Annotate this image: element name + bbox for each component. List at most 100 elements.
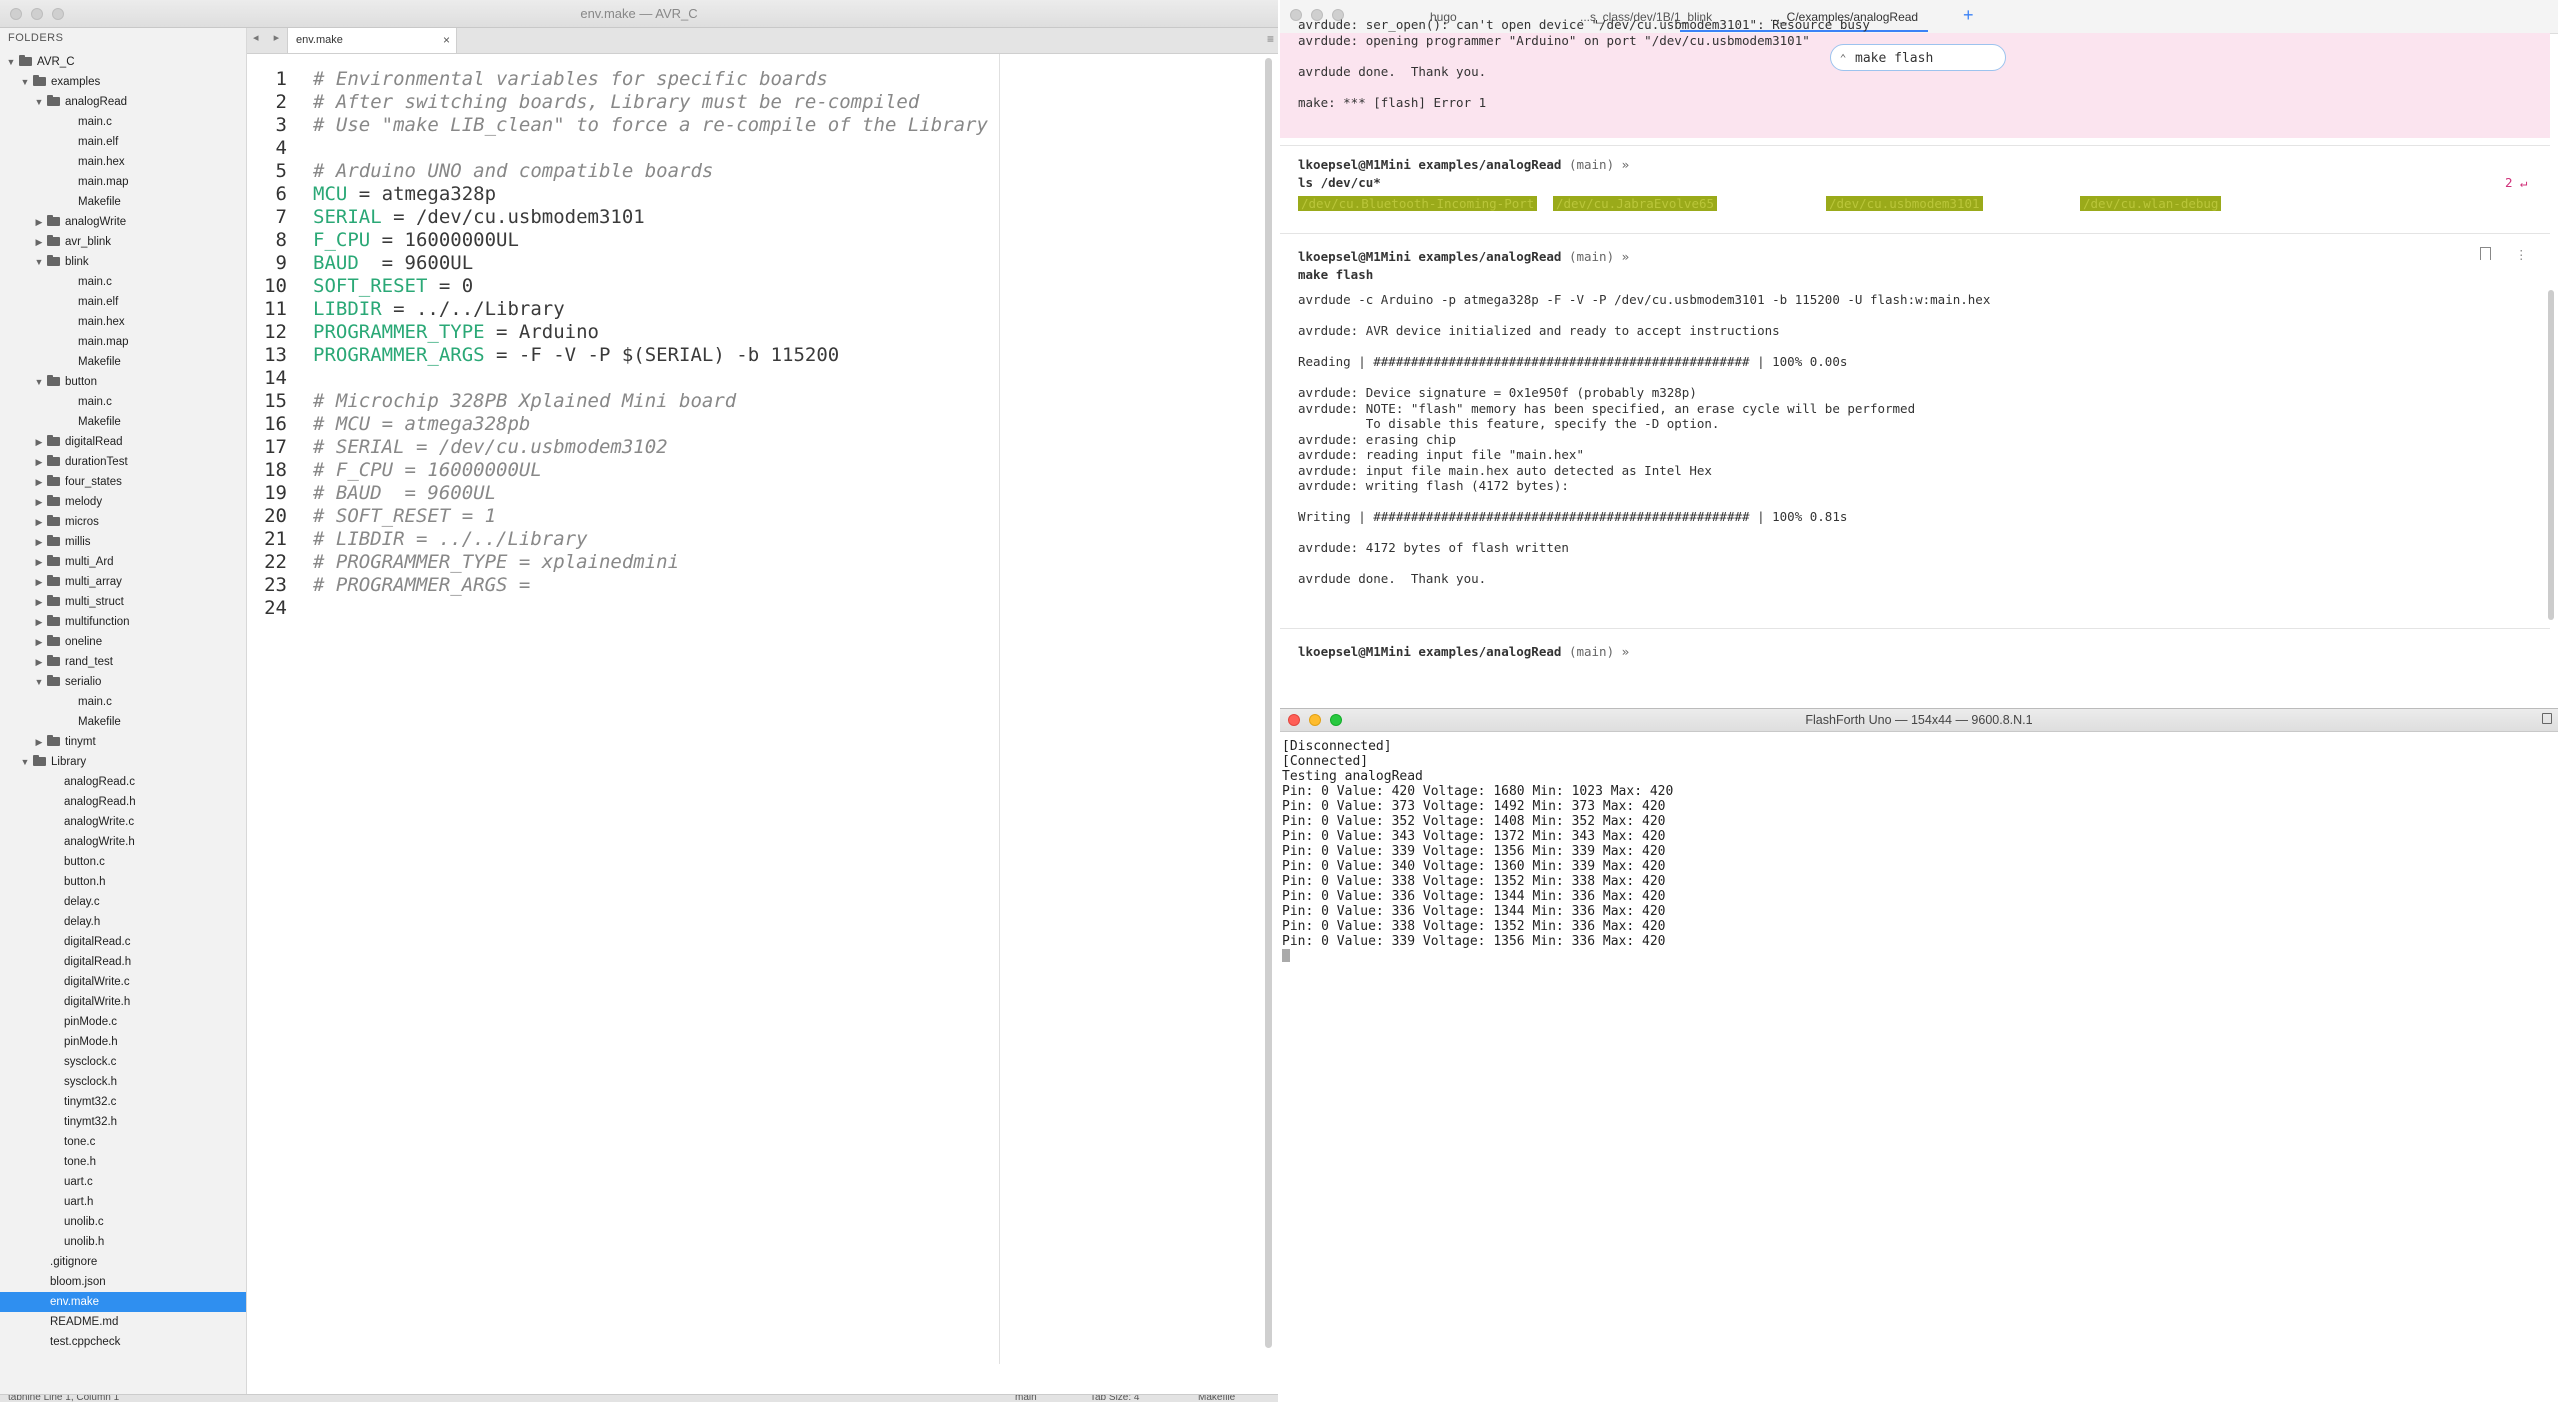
file-item[interactable]: unolib.h — [0, 1232, 246, 1252]
disclosure-closed-icon[interactable]: ▶ — [34, 532, 44, 552]
status-syntax[interactable]: Makefile — [1198, 1395, 1235, 1402]
disclosure-closed-icon[interactable]: ▶ — [34, 552, 44, 572]
file-item[interactable]: main.map — [0, 172, 246, 192]
disclosure-open-icon[interactable]: ▼ — [34, 92, 44, 112]
code-line[interactable]: 10 SOFT_RESET = 0 — [247, 275, 1247, 298]
file-item[interactable]: uart.h — [0, 1192, 246, 1212]
folder-item[interactable]: ▶ multifunction — [0, 612, 246, 632]
command-pill[interactable]: ⌃ make flash — [1830, 44, 2006, 71]
editor-scrollbar[interactable] — [1265, 58, 1272, 1348]
file-item[interactable]: pinMode.h — [0, 1032, 246, 1052]
code-line[interactable]: 6 MCU = atmega328p — [247, 183, 1247, 206]
folder-item[interactable]: ▶ millis — [0, 532, 246, 552]
file-item[interactable]: env.make — [0, 1292, 246, 1312]
status-tabsize[interactable]: Tab Size: 4 — [1090, 1395, 1139, 1402]
file-item[interactable]: main.c — [0, 392, 246, 412]
folder-item[interactable]: ▼ AVR_C — [0, 52, 246, 72]
code-line[interactable]: 23 # PROGRAMMER_ARGS = — [247, 574, 1247, 597]
code-line[interactable]: 4 — [247, 137, 1247, 160]
file-item[interactable]: digitalWrite.h — [0, 992, 246, 1012]
folder-item[interactable]: ▶ micros — [0, 512, 246, 532]
disclosure-open-icon[interactable]: ▼ — [34, 372, 44, 392]
disclosure-closed-icon[interactable]: ▶ — [34, 452, 44, 472]
file-item[interactable]: Makefile — [0, 352, 246, 372]
code-line[interactable]: 8 F_CPU = 16000000UL — [247, 229, 1247, 252]
disclosure-open-icon[interactable]: ▼ — [20, 752, 30, 772]
folder-item[interactable]: ▼ serialio — [0, 672, 246, 692]
file-item[interactable]: analogRead.c — [0, 772, 246, 792]
disclosure-open-icon[interactable]: ▼ — [34, 252, 44, 272]
folder-item[interactable]: ▼ analogRead — [0, 92, 246, 112]
code-line[interactable]: 2 # After switching boards, Library must … — [247, 91, 1247, 114]
new-tab-icon[interactable]: + — [1963, 5, 1974, 26]
file-item[interactable]: sysclock.h — [0, 1072, 246, 1092]
file-item[interactable]: unolib.c — [0, 1212, 246, 1232]
code-line[interactable]: 12 PROGRAMMER_TYPE = Arduino — [247, 321, 1247, 344]
file-item[interactable]: sysclock.c — [0, 1052, 246, 1072]
folder-item[interactable]: ▶ analogWrite — [0, 212, 246, 232]
folder-item[interactable]: ▶ melody — [0, 492, 246, 512]
code-area[interactable]: 1 # Environmental variables for specific … — [247, 54, 1257, 1364]
code-line[interactable]: 14 — [247, 367, 1247, 390]
device-entry[interactable]: /dev/cu.JabraEvolve65 — [1553, 196, 1718, 211]
folder-item[interactable]: ▶ tinymt — [0, 732, 246, 752]
file-item[interactable]: main.map — [0, 332, 246, 352]
code-line[interactable]: 18 # F_CPU = 16000000UL — [247, 459, 1247, 482]
more-options-icon[interactable]: ⋮ — [2515, 247, 2528, 262]
folder-item[interactable]: ▶ rand_test — [0, 652, 246, 672]
file-item[interactable]: tinymt32.c — [0, 1092, 246, 1112]
folder-item[interactable]: ▶ digitalRead — [0, 432, 246, 452]
file-item[interactable]: Makefile — [0, 712, 246, 732]
code-line[interactable]: 7 SERIAL = /dev/cu.usbmodem3101 — [247, 206, 1247, 229]
code-line[interactable]: 17 # SERIAL = /dev/cu.usbmodem3102 — [247, 436, 1247, 459]
disclosure-closed-icon[interactable]: ▶ — [34, 632, 44, 652]
file-item[interactable]: Makefile — [0, 412, 246, 432]
disclosure-closed-icon[interactable]: ▶ — [34, 512, 44, 532]
file-item[interactable]: test.cppcheck — [0, 1332, 246, 1352]
terminal-scrollbar[interactable] — [2548, 290, 2554, 620]
code-line[interactable]: 9 BAUD = 9600UL — [247, 252, 1247, 275]
code-line[interactable]: 3 # Use "make LIB_clean" to force a re-co… — [247, 114, 1247, 137]
file-item[interactable]: tone.c — [0, 1132, 246, 1152]
code-line[interactable]: 15 # Microchip 328PB Xplained Mini board — [247, 390, 1247, 413]
disclosure-closed-icon[interactable]: ▶ — [34, 732, 44, 752]
terminal-output[interactable]: avrdude: ser_open(): can't open device "… — [1280, 17, 2558, 708]
code-line[interactable]: 13 PROGRAMMER_ARGS = -F -V -P $(SERIAL) -… — [247, 344, 1247, 367]
file-item[interactable]: main.hex — [0, 312, 246, 332]
file-item[interactable]: digitalRead.h — [0, 952, 246, 972]
file-item[interactable]: main.c — [0, 692, 246, 712]
code-line[interactable]: 19 # BAUD = 9600UL — [247, 482, 1247, 505]
device-entry[interactable]: /dev/cu.Bluetooth-Incoming-Port — [1298, 196, 1538, 211]
folder-item[interactable]: ▼ button — [0, 372, 246, 392]
tab-env-make[interactable]: env.make × — [287, 28, 457, 53]
disclosure-open-icon[interactable]: ▼ — [6, 52, 16, 72]
file-item[interactable]: Makefile — [0, 192, 246, 212]
file-item[interactable]: analogWrite.h — [0, 832, 246, 852]
file-item[interactable]: digitalWrite.c — [0, 972, 246, 992]
code-line[interactable]: 20 # SOFT_RESET = 1 — [247, 505, 1247, 528]
serial-output[interactable]: [Disconnected] [Connected] Testing analogR… — [1282, 739, 1673, 964]
tab-nav-arrows[interactable]: ◂ ▸ — [253, 31, 285, 44]
code-line[interactable]: 24 — [247, 597, 1247, 620]
file-item[interactable]: button.c — [0, 852, 246, 872]
file-item[interactable]: main.c — [0, 112, 246, 132]
file-item[interactable]: main.hex — [0, 152, 246, 172]
code-line[interactable]: 11 LIBDIR = ../../Library — [247, 298, 1247, 321]
disclosure-open-icon[interactable]: ▼ — [34, 672, 44, 692]
code-line[interactable]: 21 # LIBDIR = ../../Library — [247, 528, 1247, 551]
folder-item[interactable]: ▶ multi_Ard — [0, 552, 246, 572]
device-entry[interactable]: /dev/cu.wlan-debug — [2080, 196, 2222, 211]
file-item[interactable]: delay.c — [0, 892, 246, 912]
disclosure-closed-icon[interactable]: ▶ — [34, 472, 44, 492]
disclosure-closed-icon[interactable]: ▶ — [34, 572, 44, 592]
file-item[interactable]: tinymt32.h — [0, 1112, 246, 1132]
file-item[interactable]: main.elf — [0, 132, 246, 152]
disclosure-closed-icon[interactable]: ▶ — [34, 612, 44, 632]
disclosure-closed-icon[interactable]: ▶ — [34, 212, 44, 232]
file-item[interactable]: main.elf — [0, 292, 246, 312]
file-item[interactable]: pinMode.c — [0, 1012, 246, 1032]
folder-item[interactable]: ▼ blink — [0, 252, 246, 272]
file-item[interactable]: main.c — [0, 272, 246, 292]
file-item[interactable]: button.h — [0, 872, 246, 892]
folder-item[interactable]: ▼ examples — [0, 72, 246, 92]
